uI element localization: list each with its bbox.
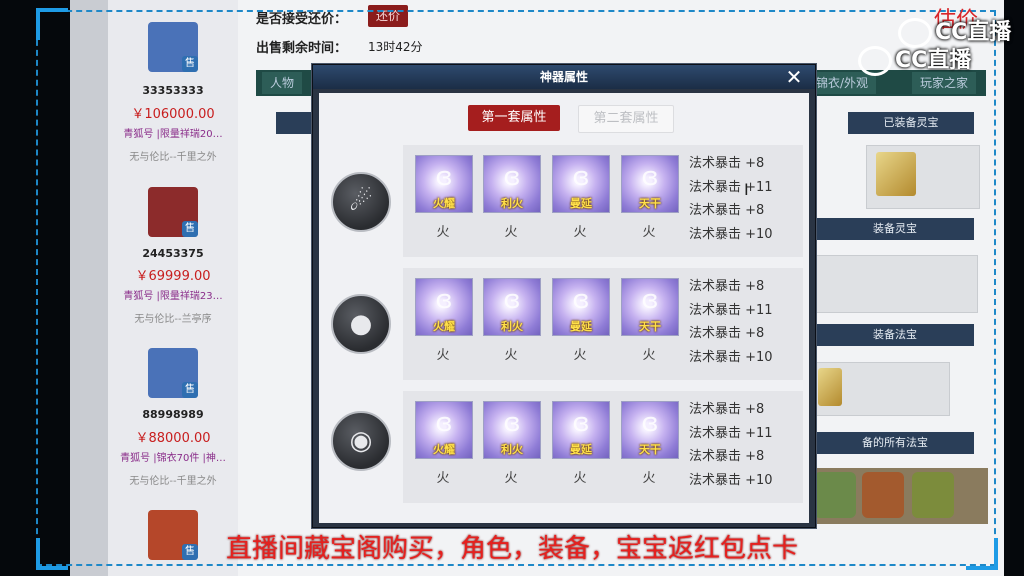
element-label: 火 bbox=[642, 471, 656, 486]
element-label: 火 bbox=[573, 471, 587, 486]
fabao-item[interactable] bbox=[818, 368, 842, 406]
text-cursor-icon: I bbox=[744, 180, 749, 199]
frame-edge-right bbox=[1004, 0, 1024, 576]
element-label: 火 bbox=[504, 225, 518, 240]
attribute-text: 法术暴击 +11 bbox=[689, 180, 773, 195]
remaining-time-label: 出售剩余时间： bbox=[256, 41, 348, 56]
sell-badge: 售 bbox=[182, 221, 198, 237]
listing-id: 24453375 bbox=[142, 247, 204, 260]
avatar[interactable]: 售 bbox=[148, 348, 198, 398]
frame-corner bbox=[966, 538, 998, 570]
attribute-text: 法术暴击 +11 bbox=[689, 303, 773, 318]
stream-frame: 售 33353333 ￥106000.00 青狐号 |限量祥瑞20… 无与伦比-… bbox=[0, 0, 1024, 576]
element-label: 火 bbox=[573, 225, 587, 240]
artifact-attributes-modal: 神器属性 ✕ 第一套属性 第二套属性 ☄ ɞ 火耀 ɞ 利火 ɞ 曼延 ɞ 天干 火 火… bbox=[312, 64, 816, 528]
listing-id: 88998989 bbox=[142, 408, 204, 421]
rune-orb-icon[interactable]: ɞ 曼延 bbox=[552, 278, 610, 336]
attribute-text: 法术暴击 +10 bbox=[689, 473, 773, 488]
element-label: 火 bbox=[436, 225, 450, 240]
element-label: 火 bbox=[504, 471, 518, 486]
artifact-emblem-icon: ☄ bbox=[331, 172, 391, 232]
listing-price: ￥69999.00 bbox=[135, 269, 211, 284]
rune-orb-icon[interactable]: ɞ 曼延 bbox=[552, 401, 610, 459]
bargain-button[interactable]: 还价 bbox=[368, 5, 408, 27]
rune-orb-icon[interactable]: ɞ 火耀 bbox=[415, 401, 473, 459]
attribute-text: 法术暴击 +8 bbox=[689, 402, 765, 417]
element-label: 火 bbox=[436, 471, 450, 486]
rune-orb-icon[interactable]: ɞ 利火 bbox=[483, 278, 541, 336]
frame-dash-top bbox=[36, 10, 996, 12]
rune-orb-icon[interactable]: ɞ 火耀 bbox=[415, 155, 473, 213]
attribute-text: 法术暴击 +8 bbox=[689, 279, 765, 294]
tab-set-2[interactable]: 第二套属性 bbox=[578, 105, 674, 133]
attribute-text: 法术暴击 +8 bbox=[689, 203, 765, 218]
subhead-equipped-lingbao: 已装备灵宝 bbox=[848, 112, 974, 134]
avatar[interactable]: 售 bbox=[148, 22, 198, 72]
attribute-row: ɞ 火耀 ɞ 利火 ɞ 曼延 ɞ 天干 火 火 火 火 法术暴击 +8 法术暴击 +11… bbox=[403, 268, 803, 380]
attribute-text: 法术暴击 +8 bbox=[689, 156, 765, 171]
element-label: 火 bbox=[436, 348, 450, 363]
fabao-icon[interactable] bbox=[912, 472, 954, 518]
subhead-fabao: 装备法宝 bbox=[816, 324, 974, 346]
fabao-icon[interactable] bbox=[814, 472, 856, 518]
attribute-row: ɞ 火耀 ɞ 利火 ɞ 曼延 ɞ 天干 火 火 火 火 法术暴击 +8 法术暴击 +11… bbox=[403, 391, 803, 503]
sell-badge: 售 bbox=[182, 56, 198, 72]
frame-dash-left bbox=[36, 10, 38, 564]
element-label: 火 bbox=[573, 348, 587, 363]
tab-set-1[interactable]: 第一套属性 bbox=[468, 105, 560, 131]
rune-orb-icon[interactable]: ɞ 利火 bbox=[483, 401, 541, 459]
frame-edge-left bbox=[0, 0, 70, 576]
listing-price: ￥106000.00 bbox=[131, 107, 215, 122]
frame-corner bbox=[36, 8, 68, 40]
subhead-lingbao: 装备灵宝 bbox=[816, 218, 974, 240]
attribute-row: ɞ 火耀 ɞ 利火 ɞ 曼延 ɞ 天干 火 火 火 火 法术暴击 +8 法术暴击 +11… bbox=[403, 145, 803, 257]
subhead-all-fabao: 备的所有法宝 bbox=[816, 432, 974, 454]
modal-body: 第一套属性 第二套属性 ☄ ɞ 火耀 ɞ 利火 ɞ 曼延 ɞ 天干 火 火 火 火 法术… bbox=[319, 93, 809, 523]
avatar[interactable]: 售 bbox=[148, 187, 198, 237]
attribute-text: 法术暴击 +10 bbox=[689, 350, 773, 365]
attribute-text: 法术暴击 +11 bbox=[689, 426, 773, 441]
frame-dash-right bbox=[994, 10, 996, 564]
listing-server: 无与伦比--千里之外 bbox=[129, 152, 217, 163]
avatar[interactable]: 售 bbox=[148, 510, 198, 560]
close-icon[interactable]: ✕ bbox=[783, 66, 805, 88]
remaining-time-value: 13时42分 bbox=[368, 40, 423, 54]
promo-banner: 直播间藏宝阁购买，角色，装备，宝宝返红包点卡 bbox=[226, 534, 799, 564]
rune-orb-icon[interactable]: ɞ 天干 bbox=[621, 278, 679, 336]
sell-badge: 售 bbox=[182, 382, 198, 398]
tab-character[interactable]: 人物 bbox=[262, 72, 303, 94]
artifact-emblem-icon: ● bbox=[331, 294, 391, 354]
modal-title: 神器属性 bbox=[313, 65, 815, 89]
listing-tags: 青狐号 |锦衣70件 |神… bbox=[120, 453, 226, 464]
attribute-text: 法术暴击 +8 bbox=[689, 326, 765, 341]
rune-orb-icon[interactable]: ɞ 火耀 bbox=[415, 278, 473, 336]
artifact-emblem-icon: ◉ bbox=[331, 411, 391, 471]
sell-badge: 售 bbox=[182, 544, 198, 560]
listing-tags: 青狐号 |限量祥瑞23… bbox=[123, 291, 223, 302]
element-label: 火 bbox=[504, 348, 518, 363]
attribute-text: 法术暴击 +8 bbox=[689, 449, 765, 464]
lingbao-slot-empty[interactable] bbox=[816, 255, 978, 313]
element-label: 火 bbox=[642, 225, 656, 240]
lingbao-item[interactable] bbox=[876, 152, 916, 196]
attribute-text: 法术暴击 +10 bbox=[689, 227, 773, 242]
element-label: 火 bbox=[642, 348, 656, 363]
listing-gutter bbox=[70, 0, 110, 576]
rune-orb-icon[interactable]: ɞ 曼延 bbox=[552, 155, 610, 213]
listing-server: 无与伦比--千里之外 bbox=[129, 476, 217, 487]
rune-orb-icon[interactable]: ɞ 利火 bbox=[483, 155, 541, 213]
fabao-icon[interactable] bbox=[862, 472, 904, 518]
subhead-left bbox=[276, 112, 316, 134]
frame-corner bbox=[36, 538, 68, 570]
listing-price: ￥88000.00 bbox=[135, 431, 211, 446]
cc-live-logo: CC直播 bbox=[858, 42, 971, 76]
listing-server: 无与伦比--兰亭序 bbox=[134, 314, 212, 325]
listing-panel: 售 33353333 ￥106000.00 青狐号 |限量祥瑞20… 无与伦比-… bbox=[108, 0, 239, 576]
listing-id: 33353333 bbox=[142, 84, 204, 97]
rune-orb-icon[interactable]: ɞ 天干 bbox=[621, 401, 679, 459]
listing-tags: 青狐号 |限量祥瑞20… bbox=[123, 129, 223, 140]
rune-orb-icon[interactable]: ɞ 天干 bbox=[621, 155, 679, 213]
